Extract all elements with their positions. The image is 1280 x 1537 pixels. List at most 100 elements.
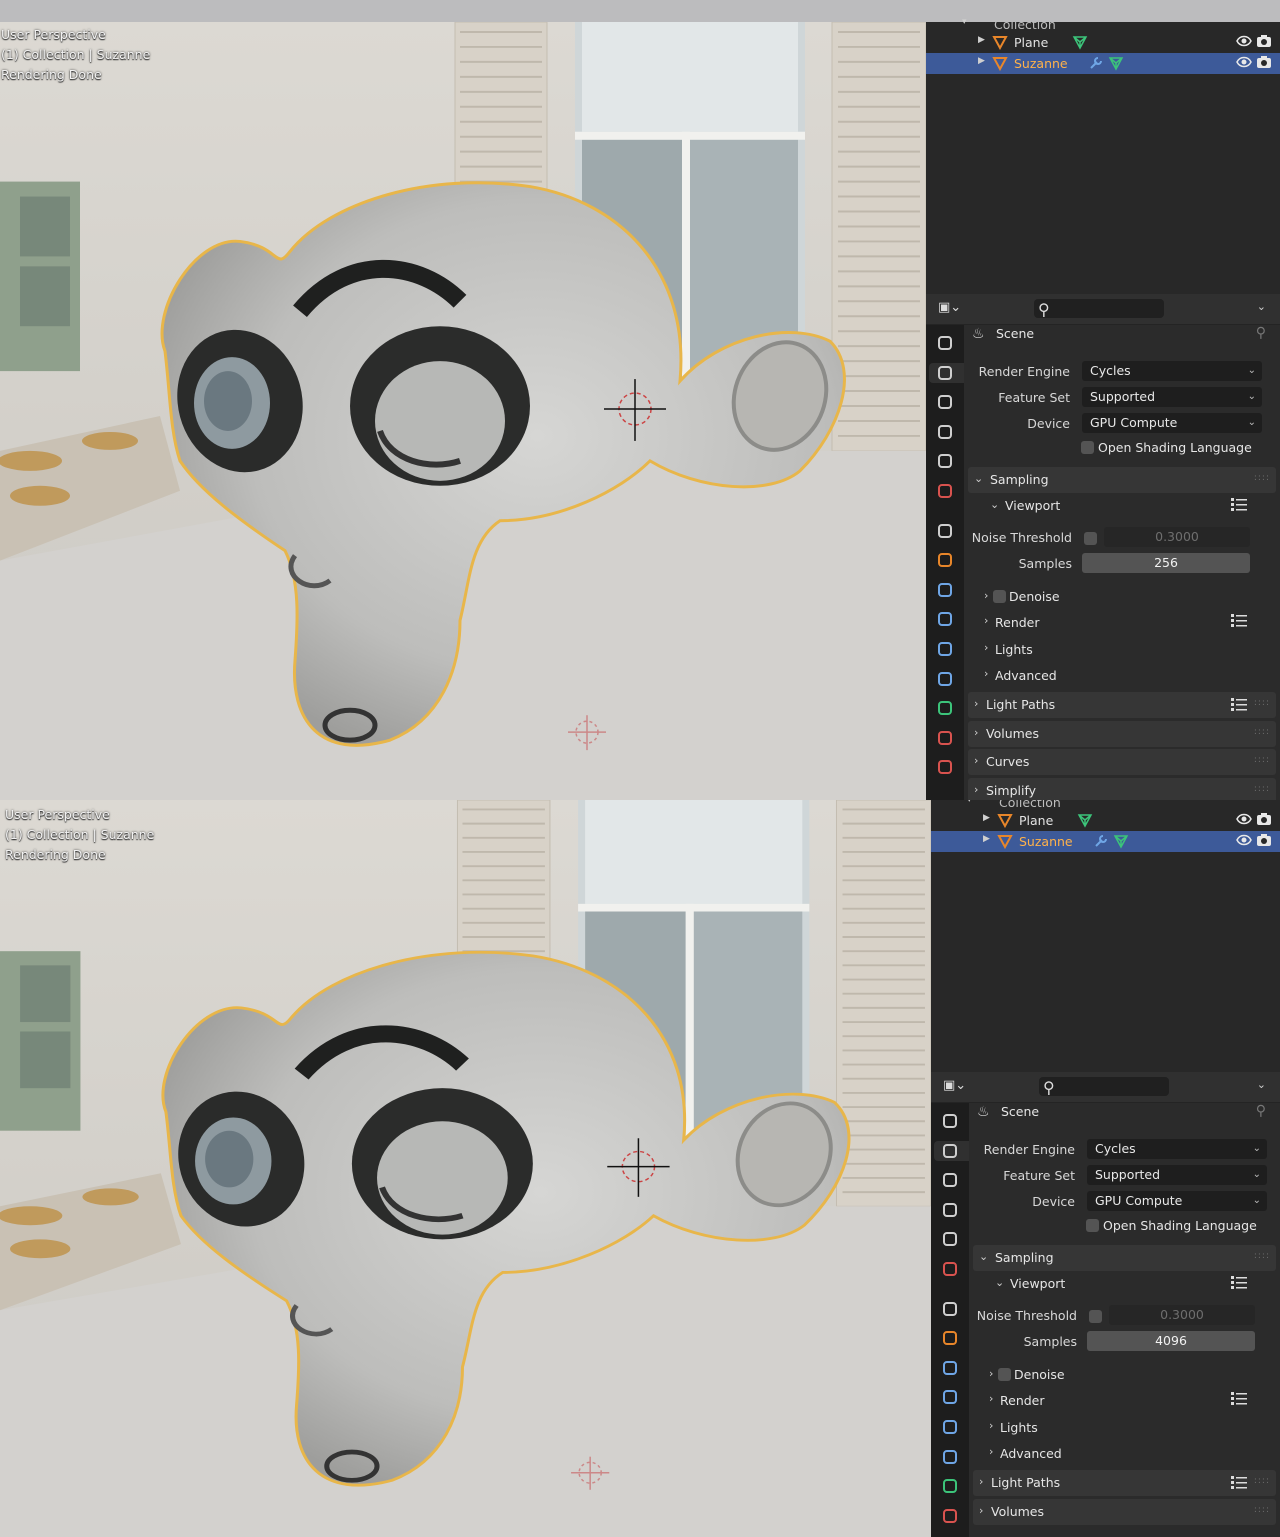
- presets-list-icon[interactable]: [1230, 1474, 1248, 1493]
- 3d-viewport[interactable]: User Perspective (1) Collection | Suzann…: [0, 22, 926, 800]
- mesh-data-icon[interactable]: [1072, 34, 1088, 53]
- expand-triangle-icon[interactable]: ▶: [983, 834, 990, 844]
- drag-handle-icon[interactable]: ::::: [1254, 1251, 1270, 1261]
- presets-list-icon[interactable]: [1230, 1274, 1248, 1293]
- 3d-viewport[interactable]: User Perspective (1) Collection | Suzann…: [0, 800, 931, 1537]
- lights-subpanel-header[interactable]: › Lights: [968, 638, 1276, 662]
- tab-tool-icon[interactable]: [935, 333, 955, 353]
- feature-set-dropdown[interactable]: Supported ⌄: [1087, 1165, 1267, 1185]
- tab-object-icon[interactable]: [940, 1328, 960, 1348]
- viewport-subpanel-header[interactable]: ⌄ Viewport: [973, 1273, 1276, 1297]
- tab-physics-icon[interactable]: [935, 639, 955, 659]
- panel-curves-header[interactable]: › Curves ::::: [968, 749, 1276, 775]
- panel-light-paths-header[interactable]: › Light Paths ::::: [968, 692, 1276, 718]
- samples-field[interactable]: 256: [1082, 553, 1250, 573]
- header-dropdown-icon[interactable]: ⌄: [1257, 300, 1266, 313]
- outliner[interactable]: ▾ Collection ▶ Plane ▶ Suzanne: [926, 17, 1280, 294]
- tab-world-icon[interactable]: [940, 1259, 960, 1279]
- tab-view-layer-icon[interactable]: [935, 422, 955, 442]
- denoise-checkbox[interactable]: [993, 590, 1006, 603]
- sampling-panel-header[interactable]: ⌄ Sampling ::::: [973, 1245, 1276, 1271]
- viewport-subpanel-header[interactable]: ⌄ Viewport: [968, 495, 1276, 519]
- presets-list-icon[interactable]: [1230, 612, 1248, 631]
- presets-list-icon[interactable]: [1230, 696, 1248, 715]
- osl-checkbox[interactable]: [1086, 1219, 1099, 1232]
- advanced-subpanel-header[interactable]: › Advanced: [968, 664, 1276, 688]
- device-dropdown[interactable]: GPU Compute ⌄: [1087, 1191, 1267, 1211]
- drag-handle-icon[interactable]: ::::: [1254, 727, 1270, 737]
- mesh-data-icon[interactable]: [1077, 812, 1093, 831]
- tab-collection-icon[interactable]: [940, 1299, 960, 1319]
- tab-material-icon[interactable]: [935, 728, 955, 748]
- feature-set-dropdown[interactable]: Supported ⌄: [1082, 387, 1262, 407]
- visibility-eye-icon[interactable]: [1236, 55, 1252, 72]
- tab-modifier-icon[interactable]: [935, 580, 955, 600]
- drag-handle-icon[interactable]: ::::: [1254, 698, 1270, 708]
- properties-search-field[interactable]: ⚲: [1034, 299, 1164, 319]
- tab-particles-icon[interactable]: [940, 1387, 960, 1407]
- tab-physics-icon[interactable]: [940, 1417, 960, 1437]
- tab-scene-icon[interactable]: [940, 1229, 960, 1249]
- tab-constraints-icon[interactable]: [940, 1447, 960, 1467]
- panel-volumes-header[interactable]: › Volumes ::::: [973, 1498, 1276, 1525]
- drag-handle-icon[interactable]: ::::: [1254, 784, 1270, 794]
- collapse-triangle-icon[interactable]: ▾: [962, 17, 967, 27]
- device-dropdown[interactable]: GPU Compute ⌄: [1082, 413, 1262, 433]
- presets-list-icon[interactable]: [1230, 1390, 1248, 1409]
- properties-search-field[interactable]: ⚲: [1039, 1077, 1169, 1097]
- modifier-icon[interactable]: [1093, 833, 1109, 852]
- lights-subpanel-header[interactable]: › Lights: [973, 1416, 1276, 1440]
- tab-object-icon[interactable]: [935, 550, 955, 570]
- render-subpanel-header[interactable]: › Render: [968, 611, 1276, 635]
- tab-data-icon[interactable]: [940, 1476, 960, 1496]
- outliner-item-plane[interactable]: ▶ Plane: [931, 810, 1280, 831]
- tab-material-icon[interactable]: [940, 1506, 960, 1526]
- tab-world-icon[interactable]: [935, 481, 955, 501]
- panel-light-paths-header[interactable]: › Light Paths ::::: [973, 1470, 1276, 1496]
- render-camera-icon[interactable]: [1256, 55, 1272, 72]
- samples-field[interactable]: 4096: [1087, 1331, 1255, 1351]
- tab-modifier-icon[interactable]: [940, 1358, 960, 1378]
- render-engine-dropdown[interactable]: Cycles ⌄: [1087, 1139, 1267, 1159]
- tab-collection-icon[interactable]: [935, 521, 955, 541]
- chevron-right-icon[interactable]: ›: [989, 1367, 993, 1380]
- modifier-icon[interactable]: [1088, 55, 1104, 74]
- visibility-eye-icon[interactable]: [1236, 833, 1252, 850]
- chevron-right-icon[interactable]: ›: [984, 589, 988, 602]
- tab-constraints-icon[interactable]: [935, 669, 955, 689]
- noise-threshold-checkbox[interactable]: [1089, 1310, 1102, 1323]
- expand-triangle-icon[interactable]: ▶: [978, 35, 985, 45]
- mesh-data-icon[interactable]: [1108, 55, 1124, 74]
- render-camera-icon[interactable]: [1256, 833, 1272, 850]
- editor-type-icon[interactable]: ▣⌄: [943, 1078, 966, 1093]
- tab-render-icon[interactable]: [929, 362, 964, 383]
- pin-icon[interactable]: ⚲: [1256, 325, 1266, 341]
- outliner-item-suzanne[interactable]: ▶ Suzanne: [931, 831, 1280, 852]
- tab-output-icon[interactable]: [940, 1170, 960, 1190]
- mesh-data-icon[interactable]: [1113, 833, 1129, 852]
- outliner[interactable]: ▾ Collection ▶ Plane ▶ Suzanne: [931, 800, 1280, 1072]
- header-dropdown-icon[interactable]: ⌄: [1257, 1078, 1266, 1091]
- render-subpanel-header[interactable]: › Render: [973, 1389, 1276, 1413]
- expand-triangle-icon[interactable]: ▶: [978, 56, 985, 66]
- editor-type-icon[interactable]: ▣⌄: [938, 300, 961, 315]
- denoise-checkbox[interactable]: [998, 1368, 1011, 1381]
- collapse-triangle-icon[interactable]: ▾: [967, 800, 972, 805]
- render-camera-icon[interactable]: [1256, 812, 1272, 829]
- visibility-eye-icon[interactable]: [1236, 34, 1252, 51]
- drag-handle-icon[interactable]: ::::: [1254, 1476, 1270, 1486]
- panel-simplify-header[interactable]: › Simplify ::::: [968, 777, 1276, 800]
- tab-data-icon[interactable]: [935, 698, 955, 718]
- expand-triangle-icon[interactable]: ▶: [983, 813, 990, 823]
- render-engine-dropdown[interactable]: Cycles ⌄: [1082, 361, 1262, 381]
- drag-handle-icon[interactable]: ::::: [1254, 1505, 1270, 1515]
- osl-checkbox[interactable]: [1081, 441, 1094, 454]
- tab-particles-icon[interactable]: [935, 609, 955, 629]
- drag-handle-icon[interactable]: ::::: [1254, 473, 1270, 483]
- noise-threshold-field[interactable]: 0.3000: [1109, 1305, 1255, 1325]
- drag-handle-icon[interactable]: ::::: [1254, 755, 1270, 765]
- tab-scene-icon[interactable]: [935, 451, 955, 471]
- noise-threshold-checkbox[interactable]: [1084, 532, 1097, 545]
- panel-volumes-header[interactable]: › Volumes ::::: [968, 720, 1276, 747]
- outliner-item-plane[interactable]: ▶ Plane: [926, 32, 1280, 53]
